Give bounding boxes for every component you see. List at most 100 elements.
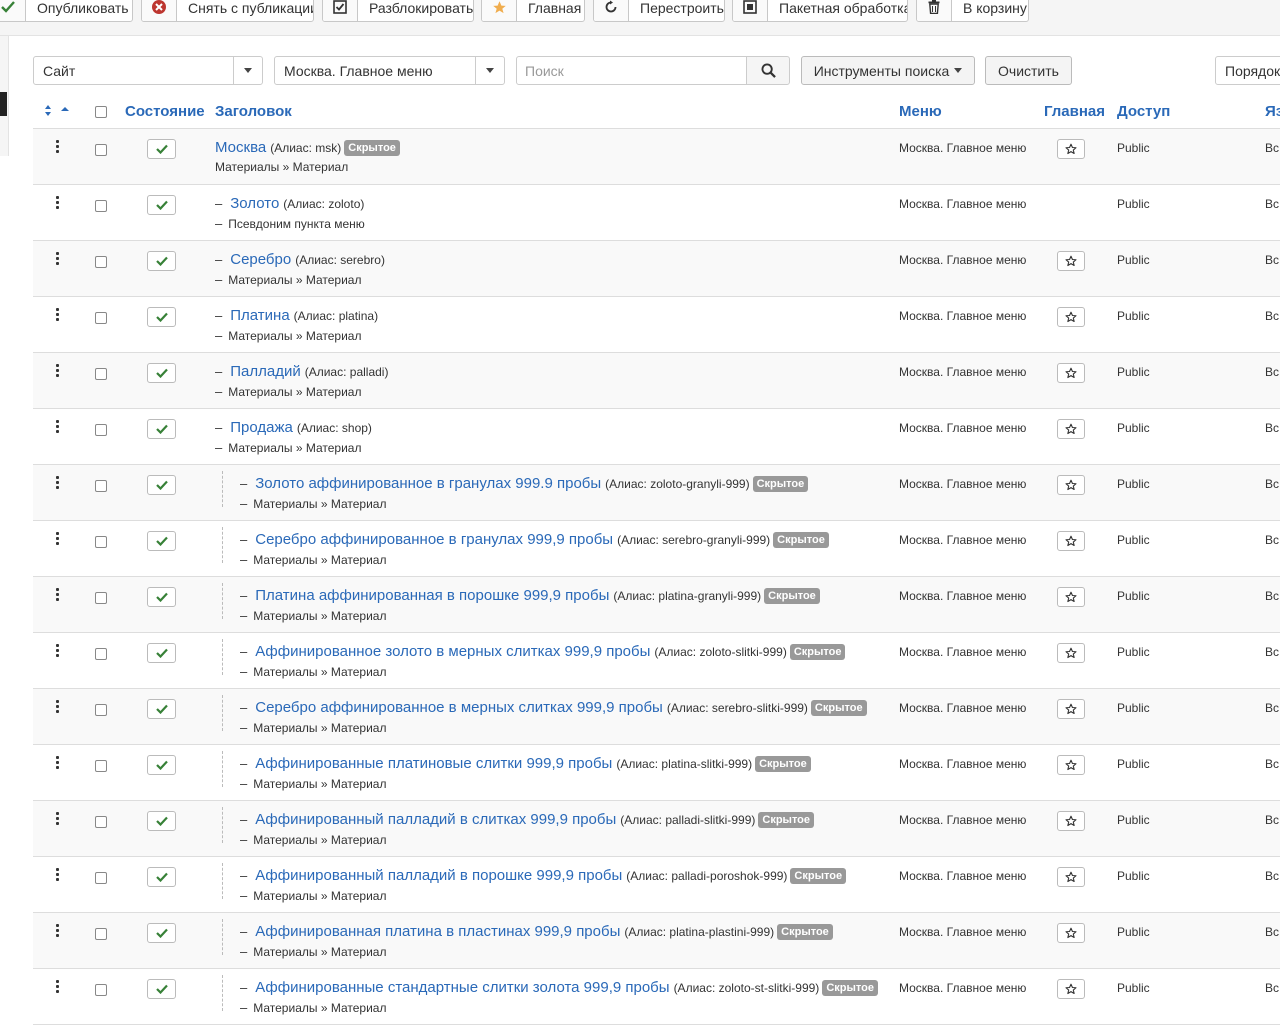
set-home-button[interactable] bbox=[1057, 811, 1085, 831]
item-title-link[interactable]: Золото аффинированное в гранулах 999.9 п… bbox=[255, 475, 601, 492]
column-state[interactable]: Состояние bbox=[125, 103, 205, 120]
set-home-button[interactable] bbox=[1057, 419, 1085, 439]
set-home-button[interactable] bbox=[1057, 923, 1085, 943]
drag-handle-icon[interactable] bbox=[56, 924, 60, 938]
published-toggle[interactable] bbox=[147, 419, 176, 439]
row-checkbox[interactable] bbox=[95, 144, 107, 156]
batch-button[interactable]: Пакетная обработка bbox=[732, 0, 908, 22]
item-title-link[interactable]: Серебро bbox=[230, 251, 291, 268]
column-title[interactable]: Заголовок bbox=[215, 103, 292, 120]
row-checkbox[interactable] bbox=[95, 928, 107, 940]
set-home-button[interactable] bbox=[1057, 251, 1085, 271]
set-home-button[interactable] bbox=[1057, 307, 1085, 327]
row-checkbox[interactable] bbox=[95, 760, 107, 772]
checkin-button[interactable]: Разблокировать bbox=[322, 0, 474, 22]
item-title-link[interactable]: Аффинированное золото в мерных слитках 9… bbox=[255, 643, 650, 660]
set-home-button[interactable] bbox=[1057, 475, 1085, 495]
row-checkbox[interactable] bbox=[95, 816, 107, 828]
drag-handle-icon[interactable] bbox=[56, 700, 60, 714]
search-tools-button[interactable]: Инструменты поиска bbox=[801, 56, 975, 85]
drag-handle-icon[interactable] bbox=[56, 252, 60, 266]
item-title-link[interactable]: Золото bbox=[230, 195, 279, 212]
published-toggle[interactable] bbox=[147, 307, 176, 327]
drag-handle-icon[interactable] bbox=[56, 644, 60, 658]
search-input[interactable] bbox=[516, 56, 747, 85]
row-checkbox[interactable] bbox=[95, 256, 107, 268]
item-title-link[interactable]: Серебро аффинированное в мерных слитках … bbox=[255, 699, 663, 716]
row-checkbox[interactable] bbox=[95, 872, 107, 884]
column-home[interactable]: Главная bbox=[1044, 103, 1105, 120]
published-toggle[interactable] bbox=[147, 867, 176, 887]
row-checkbox[interactable] bbox=[95, 368, 107, 380]
published-toggle[interactable] bbox=[147, 923, 176, 943]
set-home-button[interactable] bbox=[1057, 979, 1085, 999]
clear-button[interactable]: Очистить bbox=[985, 56, 1072, 85]
row-checkbox[interactable] bbox=[95, 704, 107, 716]
drag-handle-icon[interactable] bbox=[56, 868, 60, 882]
site-filter-select[interactable]: Сайт bbox=[33, 56, 263, 85]
set-home-button[interactable] bbox=[1057, 643, 1085, 663]
drag-handle-icon[interactable] bbox=[56, 196, 60, 210]
sort-order-icon[interactable] bbox=[43, 104, 71, 123]
column-language[interactable]: Яз bbox=[1265, 103, 1280, 120]
sidebar-toggle[interactable] bbox=[0, 92, 7, 116]
set-home-button[interactable] bbox=[1057, 699, 1085, 719]
drag-handle-icon[interactable] bbox=[56, 588, 60, 602]
published-toggle[interactable] bbox=[147, 475, 176, 495]
item-title-link[interactable]: Аффинированный палладий в слитках 999,9 … bbox=[255, 811, 616, 828]
row-checkbox[interactable] bbox=[95, 536, 107, 548]
published-toggle[interactable] bbox=[147, 587, 176, 607]
menu-filter-select[interactable]: Москва. Главное меню bbox=[274, 56, 505, 85]
item-title-link[interactable]: Платина аффинированная в порошке 999,9 п… bbox=[255, 587, 609, 604]
drag-handle-icon[interactable] bbox=[56, 532, 60, 546]
item-title-link[interactable]: Аффинированные платиновые слитки 999,9 п… bbox=[255, 755, 612, 772]
drag-handle-icon[interactable] bbox=[56, 980, 60, 994]
published-toggle[interactable] bbox=[147, 699, 176, 719]
published-toggle[interactable] bbox=[147, 979, 176, 999]
drag-handle-icon[interactable] bbox=[56, 812, 60, 826]
item-title-link[interactable]: Аффинированные стандартные слитки золота… bbox=[255, 979, 669, 996]
row-checkbox[interactable] bbox=[95, 200, 107, 212]
set-home-button[interactable] bbox=[1057, 139, 1085, 159]
item-title-link[interactable]: Платина bbox=[230, 307, 289, 324]
set-home-button[interactable] bbox=[1057, 531, 1085, 551]
column-access[interactable]: Доступ bbox=[1117, 103, 1170, 120]
published-toggle[interactable] bbox=[147, 363, 176, 383]
published-toggle[interactable] bbox=[147, 139, 176, 159]
select-all-checkbox[interactable] bbox=[95, 106, 107, 118]
published-toggle[interactable] bbox=[147, 755, 176, 775]
ordering-select[interactable]: Порядок bbox=[1215, 56, 1280, 85]
row-checkbox[interactable] bbox=[95, 312, 107, 324]
drag-handle-icon[interactable] bbox=[56, 420, 60, 434]
column-menu[interactable]: Меню bbox=[899, 103, 942, 120]
published-toggle[interactable] bbox=[147, 251, 176, 271]
row-checkbox[interactable] bbox=[95, 984, 107, 996]
item-title-link[interactable]: Москва bbox=[215, 139, 266, 156]
set-home-button[interactable] bbox=[1057, 755, 1085, 775]
trash-button[interactable]: В корзину bbox=[916, 0, 1029, 22]
row-checkbox[interactable] bbox=[95, 480, 107, 492]
drag-handle-icon[interactable] bbox=[56, 140, 60, 154]
set-home-button[interactable] bbox=[1057, 587, 1085, 607]
set-home-button[interactable] bbox=[1057, 363, 1085, 383]
drag-handle-icon[interactable] bbox=[56, 756, 60, 770]
set-home-button[interactable] bbox=[1057, 867, 1085, 887]
search-button[interactable] bbox=[746, 56, 790, 85]
item-title-link[interactable]: Аффинированная платина в пластинах 999,9… bbox=[255, 923, 620, 940]
row-checkbox[interactable] bbox=[95, 648, 107, 660]
publish-button[interactable]: Опубликовать bbox=[0, 0, 133, 22]
drag-handle-icon[interactable] bbox=[56, 308, 60, 322]
item-title-link[interactable]: Аффинированный палладий в порошке 999,9 … bbox=[255, 867, 622, 884]
published-toggle[interactable] bbox=[147, 811, 176, 831]
drag-handle-icon[interactable] bbox=[56, 476, 60, 490]
drag-handle-icon[interactable] bbox=[56, 364, 60, 378]
unpublish-button[interactable]: Снять с публикации bbox=[141, 0, 314, 22]
published-toggle[interactable] bbox=[147, 531, 176, 551]
row-checkbox[interactable] bbox=[95, 592, 107, 604]
home-button[interactable]: Главная bbox=[481, 0, 585, 22]
rebuild-button[interactable]: Перестроить bbox=[593, 0, 725, 22]
published-toggle[interactable] bbox=[147, 643, 176, 663]
item-title-link[interactable]: Продажа bbox=[230, 419, 293, 436]
row-checkbox[interactable] bbox=[95, 424, 107, 436]
published-toggle[interactable] bbox=[147, 195, 176, 215]
